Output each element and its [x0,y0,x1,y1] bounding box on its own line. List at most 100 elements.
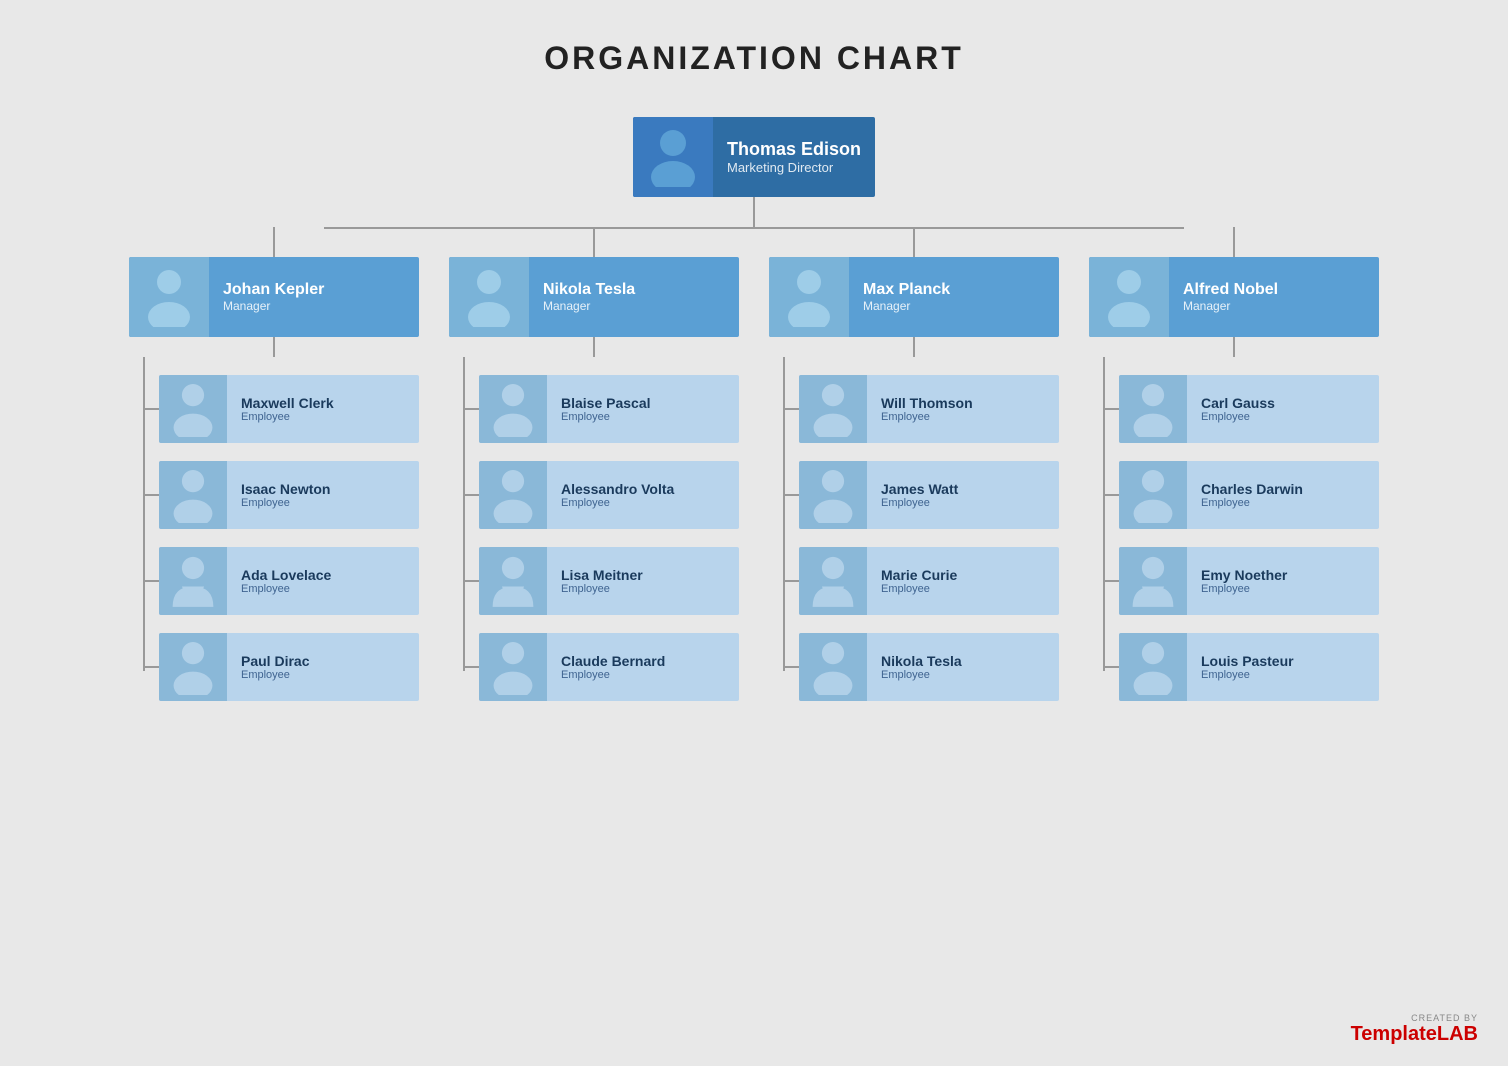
node-name: Charles Darwin [1201,481,1303,497]
employee-node: Carl Gauss Employee [1119,375,1379,443]
node-name: Isaac Newton [241,481,330,497]
node-name: Emy Noether [1201,567,1287,583]
employee-node: Louis Pasteur Employee [1119,633,1379,701]
node-text: Louis Pasteur Employee [1187,647,1308,687]
employee-node: Charles Darwin Employee [1119,461,1379,529]
manager-to-employees-connector [273,337,275,357]
node-role: Employee [881,497,958,509]
node-text: Max Planck Manager [849,275,964,319]
manager-column-2: Max Planck Manager Will Thomson Employee… [769,257,1059,701]
node-role: Employee [1201,583,1287,595]
node-role: Manager [1183,299,1278,313]
manager-card-wrapper: Alfred Nobel Manager [1089,257,1379,337]
employee-row: Carl Gauss Employee [1119,375,1379,443]
node-name: Marie Curie [881,567,957,583]
avatar [479,461,547,529]
node-text: Nikola Tesla Employee [867,647,976,687]
node-role: Employee [241,497,330,509]
employee-row: Ada Lovelace Employee [159,547,419,615]
node-name: Lisa Meitner [561,567,643,583]
watermark-brand: TemplateLAB [1351,1023,1478,1046]
employee-node: Blaise Pascal Employee [479,375,739,443]
node-role: Employee [1201,669,1294,681]
employees-container: Maxwell Clerk Employee Isaac Newton Empl… [129,357,419,701]
node-name: Maxwell Clerk [241,395,334,411]
node-role: Employee [241,669,309,681]
employee-row: James Watt Employee [799,461,1059,529]
employee-node: James Watt Employee [799,461,1059,529]
node-role: Employee [881,669,962,681]
node-name: Max Planck [863,281,950,299]
employee-node: Isaac Newton Employee [159,461,419,529]
node-text: Claude Bernard Employee [547,647,679,687]
employee-node: Nikola Tesla Employee [799,633,1059,701]
node-name: Louis Pasteur [1201,653,1294,669]
node-role: Employee [1201,411,1275,423]
avatar [1119,633,1187,701]
employee-row: Charles Darwin Employee [1119,461,1379,529]
employees-container: Will Thomson Employee James Watt Employe… [769,357,1059,701]
node-role: Employee [561,411,651,423]
root-level: Thomas Edison Marketing Director [633,117,875,197]
node-name: Alessandro Volta [561,481,674,497]
page-title: ORGANIZATION CHART [544,40,964,77]
manager-to-employees-connector [593,337,595,357]
node-role: Employee [561,497,674,509]
node-text: Alfred Nobel Manager [1169,275,1292,319]
node-role: Employee [561,669,665,681]
node-text: Isaac Newton Employee [227,475,344,515]
employee-row: Alessandro Volta Employee [479,461,739,529]
avatar [799,547,867,615]
brand-normal: Template [1351,1023,1437,1045]
node-role: Employee [881,583,957,595]
node-text: Emy Noether Employee [1187,561,1301,601]
employee-row: Marie Curie Employee [799,547,1059,615]
manager-column-1: Nikola Tesla Manager Blaise Pascal Emplo… [449,257,739,701]
node-role: Manager [223,299,324,313]
node-text: Lisa Meitner Employee [547,561,657,601]
managers-level: Johan Kepler Manager Maxwell Clerk Emplo… [20,257,1488,701]
node-role: Employee [241,583,331,595]
org-chart: ORGANIZATION CHART Thomas Edison Marketi… [20,40,1488,701]
employee-row: Blaise Pascal Employee [479,375,739,443]
node-name: Nikola Tesla [543,281,635,299]
node-text: Paul Dirac Employee [227,647,323,687]
manager-to-employees-connector [913,337,915,357]
manager-card-wrapper: Max Planck Manager [769,257,1059,337]
avatar [1119,375,1187,443]
employee-row: Louis Pasteur Employee [1119,633,1379,701]
manager-to-employees-connector [1233,337,1235,357]
root-node: Thomas Edison Marketing Director [633,117,875,197]
avatar [799,375,867,443]
node-name: Blaise Pascal [561,395,651,411]
manager-card-wrapper: Nikola Tesla Manager [449,257,739,337]
node-text: James Watt Employee [867,475,972,515]
avatar [1119,461,1187,529]
employees-container: Carl Gauss Employee Charles Darwin Emplo… [1089,357,1379,701]
manager-node: Johan Kepler Manager [129,257,419,337]
employee-node: Ada Lovelace Employee [159,547,419,615]
employee-row: Lisa Meitner Employee [479,547,739,615]
brand-highlight: LAB [1437,1023,1478,1045]
avatar [159,461,227,529]
node-role: Employee [1201,497,1303,509]
watermark-created: CREATED BY [1411,1013,1478,1023]
manager-card-wrapper: Johan Kepler Manager [129,257,419,337]
node-text: Blaise Pascal Employee [547,389,665,429]
avatar [1089,257,1169,337]
node-text: Nikola Tesla Manager [529,275,649,319]
employee-row: Emy Noether Employee [1119,547,1379,615]
avatar [799,461,867,529]
node-role: Manager [863,299,950,313]
employee-node: Will Thomson Employee [799,375,1059,443]
node-role: Manager [543,299,635,313]
manager-column-3: Alfred Nobel Manager Carl Gauss Employee… [1089,257,1379,701]
node-name: Nikola Tesla [881,653,962,669]
manager-node: Nikola Tesla Manager [449,257,739,337]
avatar [479,547,547,615]
node-text: Will Thomson Employee [867,389,987,429]
avatar [799,633,867,701]
avatar [449,257,529,337]
root-role: Marketing Director [727,160,861,175]
employee-node: Paul Dirac Employee [159,633,419,701]
